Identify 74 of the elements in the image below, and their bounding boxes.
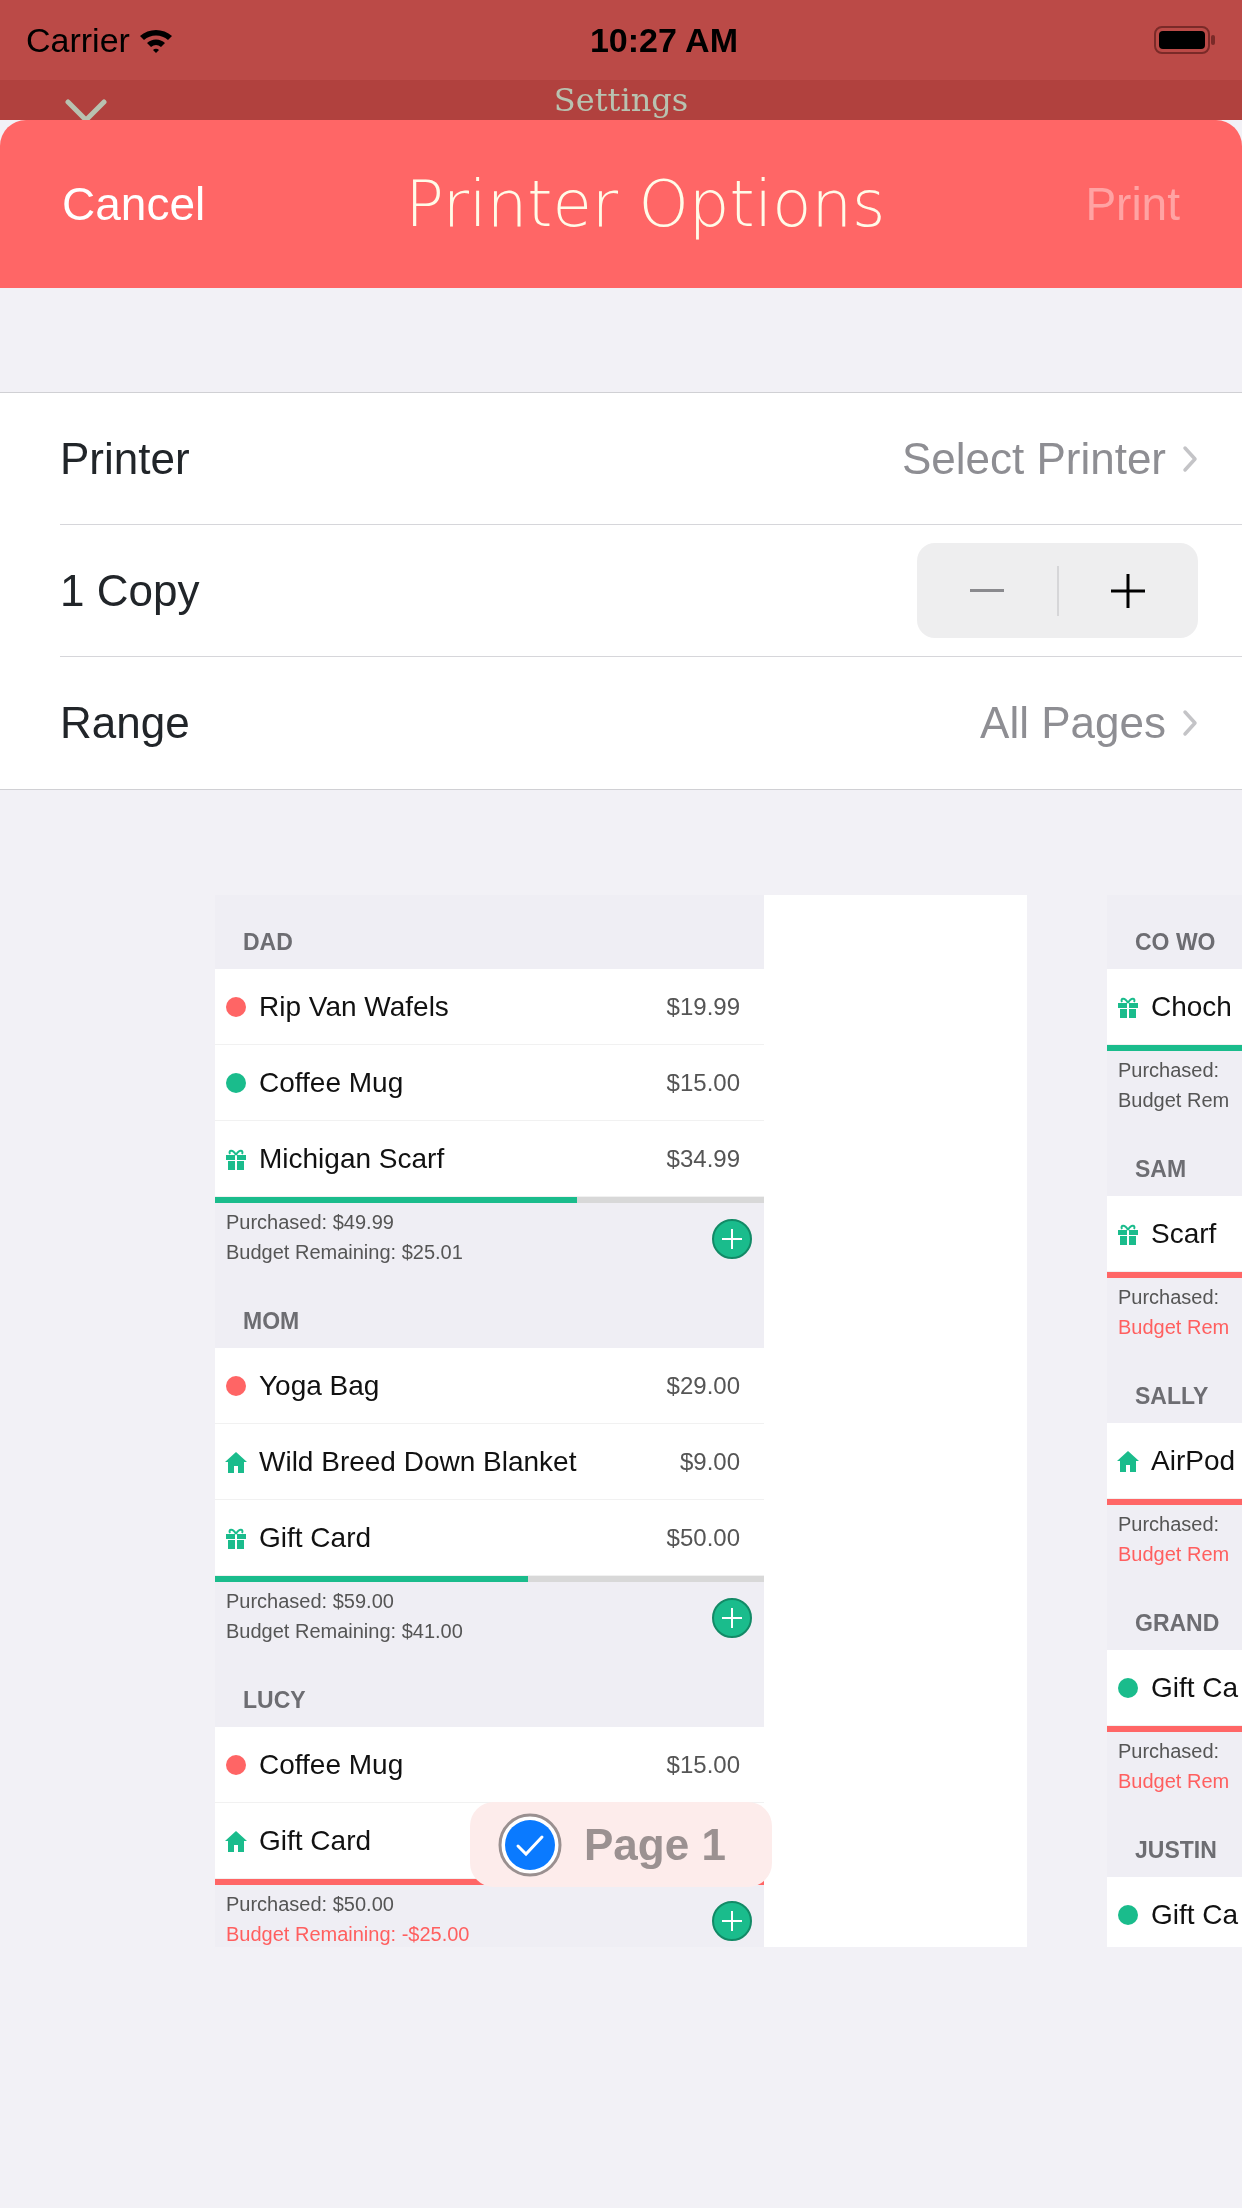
item-price: $29.00 bbox=[666, 1370, 740, 1401]
option-value-link[interactable]: All Pages bbox=[980, 690, 1198, 756]
page-label-overlay[interactable]: Page 1 bbox=[470, 1802, 772, 1887]
plus-icon bbox=[722, 1911, 742, 1931]
sheet-title: Printer Options bbox=[405, 166, 886, 243]
item-name: Gift Ca bbox=[1151, 1897, 1239, 1932]
item-name: Choch bbox=[1151, 989, 1232, 1024]
minus-icon bbox=[969, 588, 1004, 593]
purchased-total: Purchased: $49.99 bbox=[226, 1210, 394, 1235]
item-name: AirPod bbox=[1151, 1443, 1236, 1478]
section-header: CO WO bbox=[1135, 927, 1216, 957]
budget-remaining: Budget Rem bbox=[1118, 1542, 1230, 1567]
gift-icon bbox=[1117, 1222, 1139, 1245]
section-header: SALLY bbox=[1135, 1381, 1209, 1411]
item-name: Yoga Bag bbox=[259, 1368, 380, 1403]
item-name: Rip Van Wafels bbox=[259, 989, 449, 1024]
purchased-total: Purchased: bbox=[1118, 1512, 1220, 1537]
item-name: Gift Card bbox=[259, 1823, 372, 1858]
item-price: $15.00 bbox=[666, 1067, 740, 1098]
item-price: $9.00 bbox=[679, 1446, 740, 1477]
add-button[interactable] bbox=[712, 1901, 752, 1941]
plus-icon bbox=[1111, 573, 1146, 608]
purchased-total: Purchased: $59.00 bbox=[226, 1589, 394, 1614]
screen-title: Settings bbox=[553, 82, 689, 118]
chevron-right-icon bbox=[1182, 444, 1198, 473]
item-name: Gift Ca bbox=[1151, 1670, 1239, 1705]
item-price: $15.00 bbox=[666, 1749, 740, 1780]
page-preview[interactable]: CO WO Choch Purchased: Budget Rem SAM Scarf Purchased: Budget Rem SALLY AirPod Purchased: Budget Rem GRAND Gift Ca Purchased: Budget Rem JUSTIN Gift Ca bbox=[1107, 895, 1242, 1947]
battery-icon bbox=[1154, 25, 1216, 55]
item-name: Gift Card bbox=[259, 1520, 372, 1555]
section-header: DAD bbox=[243, 927, 293, 957]
item-price: $34.99 bbox=[666, 1143, 740, 1174]
chevron-right-icon bbox=[1182, 709, 1198, 737]
budget-remaining: Budget Rem bbox=[1118, 1315, 1230, 1340]
budget-remaining: Budget Remaining: $25.01 bbox=[226, 1240, 463, 1265]
section-header: LUCY bbox=[243, 1685, 306, 1715]
cancel-button[interactable]: Cancel bbox=[62, 169, 206, 239]
section-header: SAM bbox=[1135, 1154, 1187, 1184]
option-label: 1 Copy bbox=[60, 564, 200, 617]
add-button[interactable] bbox=[712, 1598, 752, 1638]
plus-icon bbox=[722, 1608, 742, 1628]
purchased-total: Purchased: bbox=[1118, 1285, 1220, 1310]
budget-remaining: Budget Rem bbox=[1118, 1088, 1230, 1113]
carrier-label: Carrier bbox=[26, 19, 130, 61]
budget-remaining: Budget Rem bbox=[1118, 1769, 1230, 1794]
item-price: $50.00 bbox=[666, 1522, 740, 1553]
gift-icon bbox=[225, 1147, 247, 1170]
option-label: Printer bbox=[60, 432, 190, 485]
house-icon bbox=[225, 1829, 247, 1852]
item-name: Michigan Scarf bbox=[259, 1141, 445, 1176]
close-icon bbox=[64, 98, 108, 120]
item-name: Coffee Mug bbox=[259, 1065, 404, 1100]
option-value-link[interactable]: Select Printer bbox=[901, 425, 1198, 492]
purchased-total: Purchased: bbox=[1118, 1739, 1220, 1764]
purchased-total: Purchased: $50.00 bbox=[226, 1892, 394, 1917]
budget-remaining: Budget Remaining: $41.00 bbox=[226, 1619, 463, 1644]
add-button[interactable] bbox=[712, 1219, 752, 1259]
item-name: Scarf bbox=[1151, 1216, 1217, 1251]
item-price: $19.99 bbox=[666, 991, 740, 1022]
clock-time: 10:27 AM bbox=[589, 19, 738, 61]
house-icon bbox=[225, 1450, 247, 1473]
section-header: JUSTIN bbox=[1135, 1835, 1217, 1865]
item-name: Coffee Mug bbox=[259, 1747, 404, 1782]
gift-icon bbox=[225, 1526, 247, 1549]
purchased-total: Purchased: bbox=[1118, 1058, 1220, 1083]
section-header: MOM bbox=[243, 1306, 300, 1336]
budget-remaining: Budget Remaining: -$25.00 bbox=[226, 1922, 470, 1947]
item-name: Wild Breed Down Blanket bbox=[259, 1444, 577, 1479]
option-label: Range bbox=[60, 697, 190, 749]
section-header: GRAND bbox=[1135, 1608, 1220, 1638]
plus-icon bbox=[722, 1229, 742, 1249]
house-icon bbox=[1117, 1449, 1139, 1472]
page-label: Page 1 bbox=[584, 1818, 726, 1871]
gift-icon bbox=[1117, 995, 1139, 1018]
